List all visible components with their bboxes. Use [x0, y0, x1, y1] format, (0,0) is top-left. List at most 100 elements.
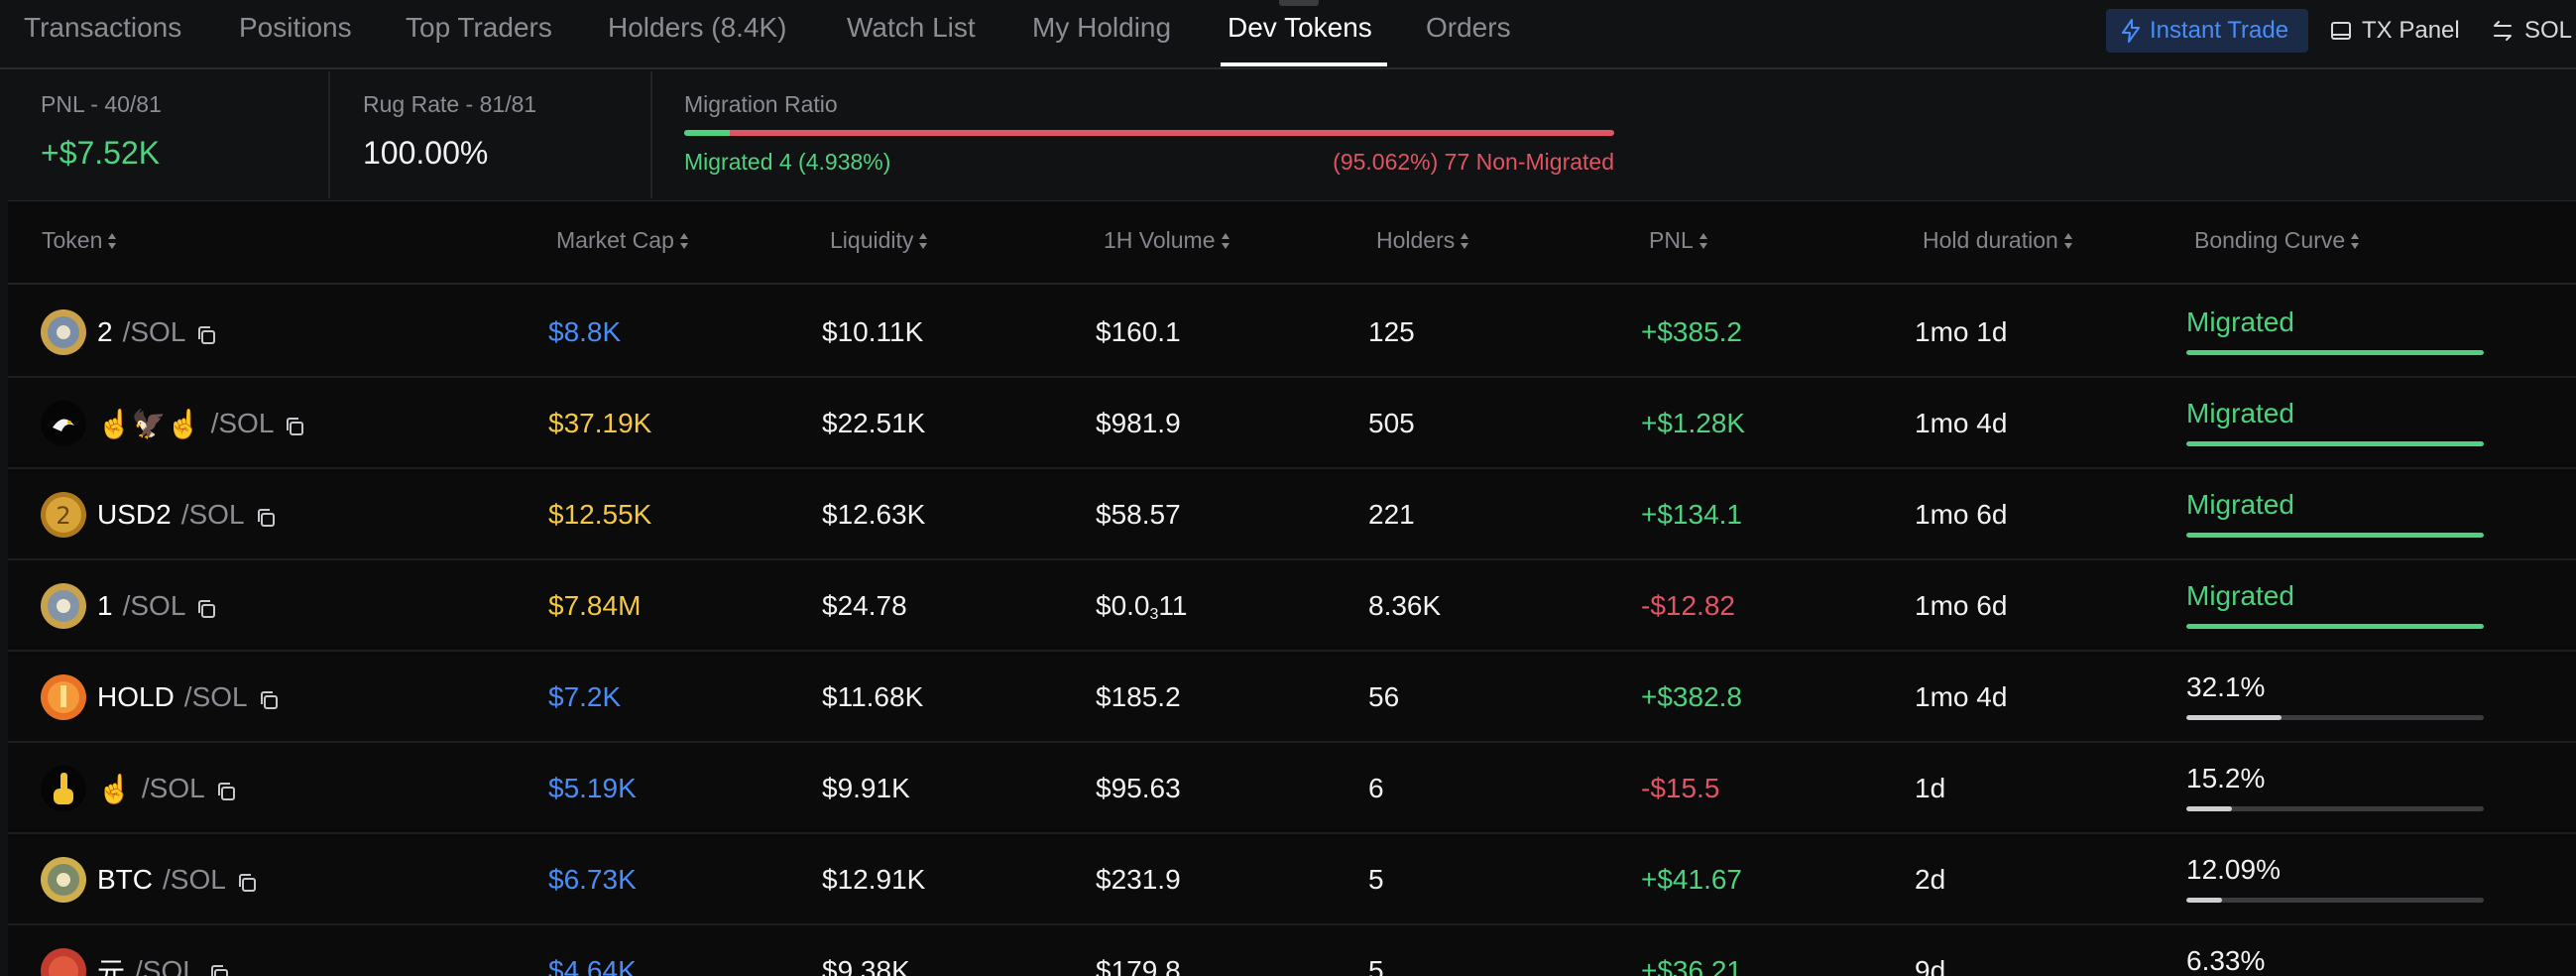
tab-dev-tokens[interactable]: Dev Tokens — [1228, 12, 1372, 52]
copy-icon[interactable] — [284, 413, 305, 435]
tab-transactions[interactable]: Transactions — [24, 12, 181, 52]
token-cell[interactable]: 1 /SOL — [40, 582, 217, 630]
sort-icon — [1698, 232, 1707, 249]
token-cell[interactable]: BTC /SOL — [40, 856, 258, 904]
bonding-curve-bar — [2186, 441, 2484, 446]
tab-positions[interactable]: Positions — [239, 12, 352, 52]
token-name: USD2 — [97, 499, 172, 530]
sol-currency-toggle[interactable]: SOL — [2491, 9, 2572, 53]
column-holders[interactable]: Holders — [1376, 227, 1470, 254]
copy-icon[interactable] — [255, 504, 277, 527]
table-row[interactable]: 2 USD2 /SOL $12.55K $12.63K $58.57 221 +… — [8, 469, 2576, 560]
rug-rate-label: Rug Rate - 81/81 — [363, 91, 537, 117]
token-cell[interactable]: 元 /SOL — [40, 947, 230, 976]
pnl-value: +$1.28K — [1641, 408, 1746, 438]
column-market-cap[interactable]: Market Cap — [556, 227, 690, 254]
column-token[interactable]: Token — [42, 227, 118, 254]
token-name: HOLD — [97, 681, 175, 712]
hold-duration-value: 1mo 4d — [1915, 681, 2008, 712]
token-pair: /SOL — [163, 864, 226, 895]
eagle-icon — [40, 400, 87, 447]
volume-cell: $0.0311 — [1096, 590, 1187, 624]
token-cell[interactable]: ☝️🦅☝️ /SOL — [40, 400, 305, 447]
divider — [328, 71, 330, 198]
active-tab-indicator — [1221, 62, 1387, 66]
bonding-curve-status: Migrated — [2186, 580, 2294, 611]
column-bonding-curve-label: Bonding Curve — [2194, 227, 2346, 253]
volume-cell: $160.1 — [1096, 316, 1181, 348]
tx-panel-button[interactable]: TX Panel — [2330, 9, 2460, 53]
sort-icon — [919, 232, 928, 249]
token-name: 1 — [97, 590, 113, 621]
bonding-curve-fill — [2186, 715, 2282, 720]
pnl-value: +$385.2 — [1641, 316, 1742, 347]
copy-icon[interactable] — [258, 686, 280, 709]
table-row[interactable]: ☝️🦅☝️ /SOL $37.19K $22.51K $981.9 505 +$… — [8, 378, 2576, 469]
table-row[interactable]: 1 /SOL $7.84M $24.78 $0.0311 8.36K -$12.… — [8, 560, 2576, 652]
table-row[interactable]: 元 /SOL $4.64K $9.38K $179.8 5 +$36.21 9d… — [8, 925, 2576, 976]
pnl-value: -$15.5 — [1641, 773, 1720, 803]
bonding-curve-status: Migrated — [2186, 306, 2294, 337]
tab-orders[interactable]: Orders — [1426, 12, 1511, 52]
tab-top-traders[interactable]: Top Traders — [406, 12, 552, 52]
holders-value: 505 — [1368, 408, 1415, 438]
bonding-curve-bar — [2186, 533, 2484, 538]
market-cap-value: $7.2K — [548, 681, 622, 712]
bonding-curve-bar — [2186, 624, 2484, 629]
token-cell[interactable]: HOLD /SOL — [40, 673, 280, 721]
dev-tokens-table: Token Market Cap Liquidity 1H Volume Hol… — [8, 200, 2576, 976]
table-row[interactable]: ☝️ /SOL $5.19K $9.91K $95.63 6 -$15.5 1d… — [8, 743, 2576, 834]
hold-duration-value: 1d — [1915, 773, 1946, 803]
instant-trade-button[interactable]: Instant Trade — [2106, 9, 2308, 53]
sort-icon — [679, 232, 688, 249]
column-holders-label: Holders — [1376, 227, 1456, 253]
pnl-value: +$382.8 — [1641, 681, 1742, 712]
copy-icon[interactable] — [236, 869, 258, 892]
migration-ratio-label: Migration Ratio — [684, 91, 838, 117]
svg-text:2: 2 — [56, 502, 70, 530]
bonding-curve-status: Migrated — [2186, 398, 2294, 428]
volume-value: $185.2 — [1096, 681, 1181, 712]
column-pnl[interactable]: PNL — [1649, 227, 1709, 254]
token-cell[interactable]: 2 /SOL — [40, 308, 217, 356]
volume-cell: $231.9 — [1096, 864, 1181, 896]
token-pair: /SOL — [141, 773, 205, 803]
pnl-value: -$12.82 — [1641, 590, 1735, 621]
pnl-value: +$134.1 — [1641, 499, 1742, 530]
volume-cell: $58.57 — [1096, 499, 1181, 531]
tab-watch-list[interactable]: Watch List — [847, 12, 976, 52]
sort-icon — [1221, 232, 1229, 249]
table-row[interactable]: BTC /SOL $6.73K $12.91K $231.9 5 +$41.67… — [8, 834, 2576, 925]
copy-icon[interactable] — [195, 595, 217, 618]
holders-value: 125 — [1368, 316, 1415, 347]
market-cap-value: $8.8K — [548, 316, 622, 347]
table-row[interactable]: HOLD /SOL $7.2K $11.68K $185.2 56 +$382.… — [8, 652, 2576, 743]
column-1h-volume[interactable]: 1H Volume — [1104, 227, 1231, 254]
bonding-curve-bar — [2186, 806, 2484, 811]
tab-holders[interactable]: Holders (8.4K) — [608, 12, 787, 52]
market-cap-value: $12.55K — [548, 499, 652, 530]
market-cap-value: $6.73K — [548, 864, 637, 895]
liquidity-value: $9.91K — [822, 773, 910, 803]
holders-value: 56 — [1368, 681, 1400, 712]
table-row[interactable]: 2 /SOL $8.8K $10.11K $160.1 125 +$385.2 … — [8, 287, 2576, 378]
liquidity-value: $12.63K — [822, 499, 926, 530]
token-cell[interactable]: ☝️ /SOL — [40, 765, 237, 812]
bonding-curve-status: 12.09% — [2186, 854, 2281, 885]
copy-icon[interactable] — [195, 321, 217, 344]
copy-icon[interactable] — [215, 778, 237, 800]
column-liquidity[interactable]: Liquidity — [830, 227, 929, 254]
pnl-label: PNL - 40/81 — [41, 91, 162, 117]
tab-my-holding[interactable]: My Holding — [1032, 12, 1171, 52]
column-bonding-curve[interactable]: Bonding Curve — [2194, 227, 2361, 254]
token-pair: /SOL — [122, 316, 186, 347]
copy-icon[interactable] — [208, 960, 230, 976]
market-cap-value: $7.84M — [548, 590, 642, 621]
column-hold-duration[interactable]: Hold duration — [1923, 227, 2074, 254]
token-cell[interactable]: 2 USD2 /SOL — [40, 491, 277, 539]
token-name: ☝️ — [97, 773, 132, 804]
bonding-curve-status: 32.1% — [2186, 671, 2266, 702]
token-name: BTC — [97, 864, 153, 895]
column-token-label: Token — [42, 227, 103, 253]
scroll-indicator — [1279, 0, 1319, 6]
